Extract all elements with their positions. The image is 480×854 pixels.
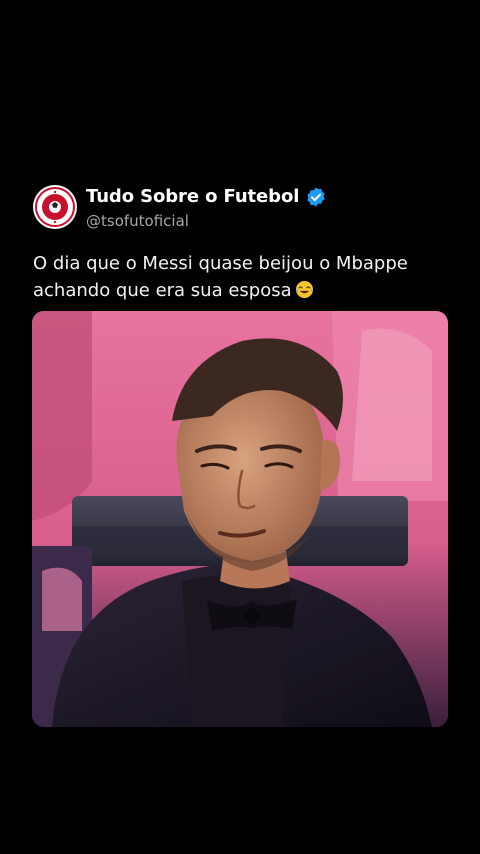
post-header: Tudo Sobre o Futebol @tsofutoficial [33, 185, 327, 229]
post-text-body: O dia que o Messi quase beijou o Mbappe … [33, 253, 408, 301]
display-name[interactable]: Tudo Sobre o Futebol [86, 187, 299, 206]
club-crest-logo [35, 187, 75, 227]
verified-badge-icon [307, 186, 325, 207]
author-identity: Tudo Sobre o Futebol @tsofutoficial [86, 186, 327, 229]
face-with-tears-of-joy-icon [295, 280, 313, 299]
avatar[interactable] [33, 185, 77, 229]
post-video[interactable] [32, 311, 448, 727]
video-frame [32, 311, 448, 727]
author-handle[interactable]: @tsofutoficial [86, 213, 327, 229]
post-text: O dia que o Messi quase beijou o Mbappe … [33, 250, 453, 304]
name-row: Tudo Sobre o Futebol [86, 186, 327, 208]
